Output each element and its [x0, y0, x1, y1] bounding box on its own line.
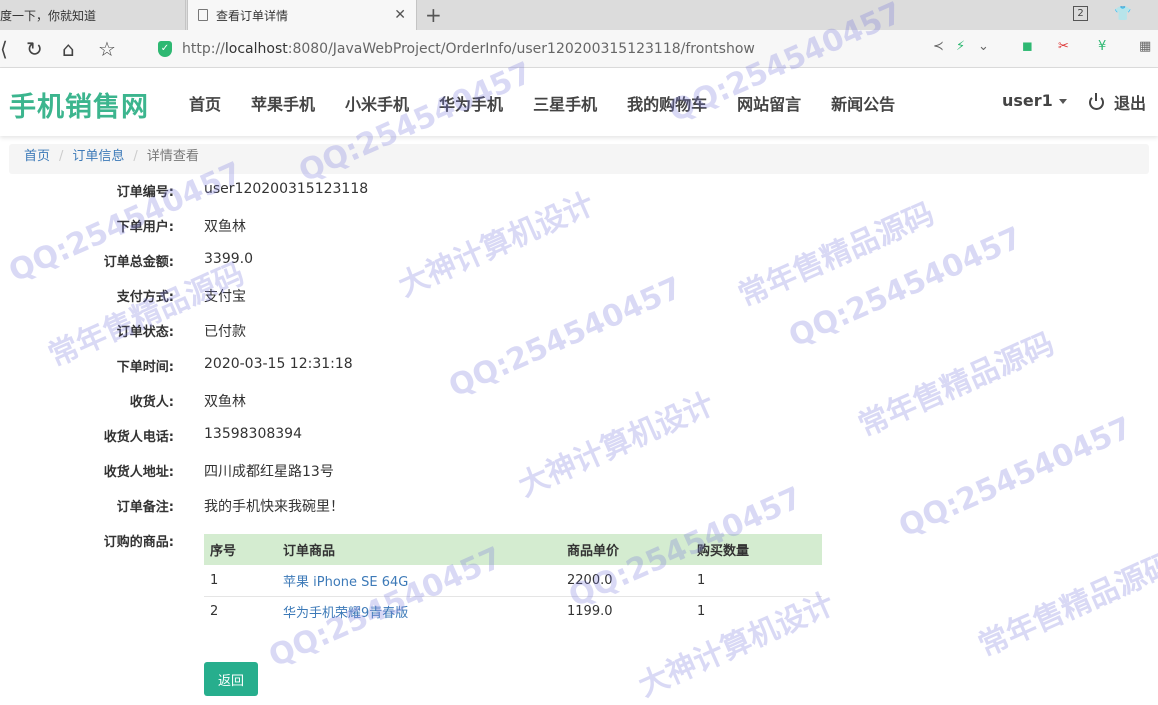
order-time-label: 下单时间:	[116, 360, 174, 375]
address-bar[interactable]: ✓ http://localhost:8080/JavaWebProject/O…	[150, 35, 1000, 63]
column-header-product: 订单商品	[277, 534, 561, 565]
breadcrumb-separator: /	[133, 149, 138, 164]
table-row: 2 华为手机荣耀9青春版 1199.0 1	[204, 596, 822, 627]
skin-icon[interactable]: 👕	[1114, 6, 1131, 22]
caret-down-icon	[1058, 99, 1067, 104]
extension-icon[interactable]: ◼	[1022, 39, 1033, 54]
cell-product: 华为手机荣耀9青春版	[277, 596, 561, 627]
secure-shield-icon: ✓	[158, 41, 172, 57]
nav-samsung-phones[interactable]: 三星手机	[533, 91, 597, 115]
document-icon	[198, 9, 208, 21]
breadcrumb-order-info[interactable]: 订单信息	[72, 149, 124, 164]
ordered-items-table: 序号 订单商品 商品单价 购买数量 1 苹果 iPhone SE 64G 220…	[204, 534, 822, 627]
cell-unit-price: 2200.0	[561, 565, 691, 597]
product-link[interactable]: 苹果 iPhone SE 64G	[283, 575, 408, 590]
url-prefix: http://	[182, 41, 225, 57]
chevron-down-icon[interactable]: ⌄	[978, 39, 989, 54]
nav-xiaomi-phones[interactable]: 小米手机	[345, 91, 409, 115]
nav-huawei-phones[interactable]: 华为手机	[439, 91, 503, 115]
scissors-icon[interactable]: ✂	[1058, 39, 1069, 54]
apps-grid-icon[interactable]: ▦	[1139, 39, 1151, 54]
url-path: :8080/JavaWebProject/OrderInfo/user12020…	[287, 41, 755, 57]
order-total-value: 3399.0	[204, 251, 253, 267]
receiver-address-value: 四川成都红星路13号	[204, 464, 334, 480]
watermark-text: QQ:254540457	[783, 220, 1028, 355]
product-link[interactable]: 华为手机荣耀9青春版	[283, 606, 408, 621]
column-header-unit-price: 商品单价	[561, 534, 691, 565]
new-tab-icon[interactable]: +	[425, 3, 442, 27]
column-header-quantity: 购买数量	[691, 534, 822, 565]
browser-tab-title: 查看订单详情	[216, 8, 289, 23]
browser-tab-title: 度一下，你就知道	[0, 8, 97, 23]
browser-toolbar: ⟨ ↻ ⌂ ☆ ✓ http://localhost:8080/JavaWebP…	[0, 30, 1158, 68]
watermark-text: QQ:254540457	[893, 410, 1138, 545]
nav-apple-phones[interactable]: 苹果手机	[251, 91, 315, 115]
user-dropdown[interactable]: user1	[1002, 91, 1067, 110]
order-total-label: 订单总金额:	[103, 255, 174, 270]
browser-tab-order-detail[interactable]: 查看订单详情 ✕	[187, 0, 417, 30]
payment-method-label: 支付方式:	[116, 290, 174, 305]
receiver-value: 双鱼林	[204, 394, 246, 410]
watermark-text: 大神计算机设计	[393, 186, 600, 304]
back-button[interactable]: 返回	[204, 662, 258, 696]
nav-message-board[interactable]: 网站留言	[737, 91, 801, 115]
cell-index: 1	[204, 565, 277, 597]
breadcrumb-home[interactable]: 首页	[24, 149, 50, 164]
home-icon[interactable]: ⌂	[62, 37, 75, 61]
nav-shopping-cart[interactable]: 我的购物车	[627, 91, 707, 115]
url-host: localhost	[224, 41, 288, 57]
bookmark-star-icon[interactable]: ☆	[98, 37, 116, 61]
watermark-text: 常年售精品源码	[733, 196, 940, 314]
watermark-text: 常年售精品源码	[973, 546, 1158, 664]
logout-button[interactable]: 退出	[1089, 90, 1146, 114]
cell-quantity: 1	[691, 565, 822, 597]
order-number-value: user120200315123118	[204, 181, 369, 197]
browser-tab-strip: 度一下，你就知道 查看订单详情 ✕ + 2 👕	[0, 0, 1158, 30]
share-icon[interactable]: ≺	[933, 39, 944, 54]
breadcrumb: 首页 / 订单信息 / 详情查看	[9, 144, 1149, 174]
order-status-value: 已付款	[204, 324, 246, 340]
ordered-items-label: 订购的商品:	[103, 535, 174, 550]
cell-quantity: 1	[697, 604, 706, 620]
site-header: 手机销售网 首页 苹果手机 小米手机 华为手机 三星手机 我的购物车 网站留言 …	[0, 68, 1158, 136]
cell-index: 2	[210, 604, 219, 620]
window-count-badge[interactable]: 2	[1073, 6, 1088, 21]
watermark-text: 常年售精品源码	[853, 326, 1060, 444]
order-status-label: 订单状态:	[116, 325, 174, 340]
table-row: 1 苹果 iPhone SE 64G 2200.0 1	[204, 565, 822, 597]
receiver-phone-value: 13598308394	[204, 426, 302, 442]
site-logo[interactable]: 手机销售网	[9, 85, 149, 124]
cell-unit-price: 1199.0	[567, 604, 613, 620]
column-header-index: 序号	[204, 534, 277, 565]
nav-home[interactable]: 首页	[189, 91, 221, 115]
watermark-text: 大神计算机设计	[513, 386, 720, 504]
breadcrumb-current: 详情查看	[146, 149, 199, 164]
username: user1	[1002, 91, 1053, 110]
reload-icon[interactable]: ↻	[26, 37, 43, 61]
cell-product: 苹果 iPhone SE 64G	[277, 565, 561, 597]
nav-news[interactable]: 新闻公告	[831, 91, 895, 115]
payment-method-value: 支付宝	[204, 289, 246, 305]
order-number-label: 订单编号:	[116, 185, 174, 200]
order-memo-label: 订单备注:	[116, 500, 174, 515]
wallet-icon[interactable]: ¥	[1098, 39, 1106, 54]
watermark-text: QQ:254540457	[443, 270, 688, 405]
receiver-label: 收货人:	[129, 395, 174, 410]
order-user-value: 双鱼林	[204, 219, 246, 235]
main-nav: 首页 苹果手机 小米手机 华为手机 三星手机 我的购物车 网站留言 新闻公告	[189, 91, 925, 115]
order-user-label: 下单用户:	[116, 220, 174, 235]
receiver-address-label: 收货人地址:	[103, 465, 174, 480]
lightning-icon[interactable]: ⚡	[956, 39, 965, 54]
table-header-row: 序号 订单商品 商品单价 购买数量	[204, 534, 822, 565]
order-time-value: 2020-03-15 12:31:18	[204, 356, 353, 372]
close-tab-icon[interactable]: ✕	[394, 7, 406, 23]
receiver-phone-label: 收货人电话:	[103, 430, 174, 445]
order-memo-value: 我的手机快来我碗里！	[204, 499, 344, 515]
power-icon	[1089, 93, 1104, 110]
breadcrumb-separator: /	[59, 149, 64, 164]
logout-label: 退出	[1114, 94, 1147, 113]
browser-tab-baidu[interactable]: 度一下，你就知道	[0, 0, 186, 30]
back-arrow-icon[interactable]: ⟨	[0, 37, 8, 61]
